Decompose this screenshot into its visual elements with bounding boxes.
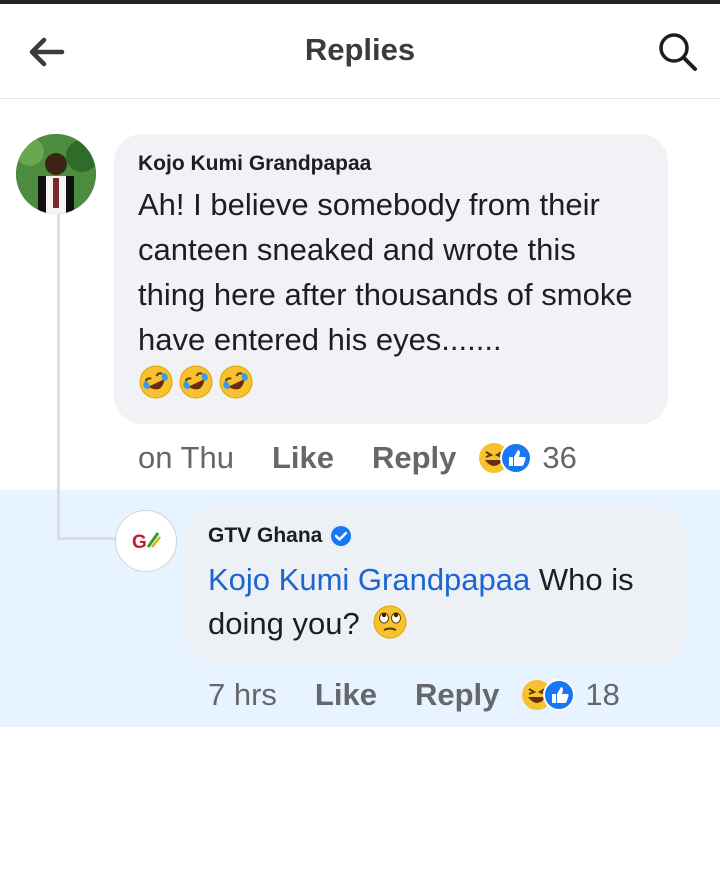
mention-link[interactable]: Kojo Kumi Grandpapaa	[208, 562, 530, 597]
comment-actions: on Thu Like Reply 36	[138, 440, 577, 476]
reaction-count[interactable]: 36	[542, 440, 576, 476]
search-icon	[659, 33, 697, 71]
eye-roll-emoji	[373, 605, 407, 639]
like-button[interactable]: Like	[272, 440, 334, 476]
reaction-count[interactable]: 18	[585, 677, 619, 713]
page-title: Replies	[304, 32, 416, 67]
verified-badge-icon	[331, 526, 352, 546]
like-button[interactable]: Like	[315, 677, 377, 713]
reply-text-line1: Who is	[530, 562, 634, 597]
reply-text-line2: doing you?	[208, 606, 360, 641]
profile-photo	[16, 134, 96, 214]
reply-text: Kojo Kumi Grandpapaa Who is doing you?	[208, 558, 664, 646]
reply-actions: 7 hrs Like Reply 18	[208, 677, 620, 713]
header-bar: Replies	[0, 4, 720, 99]
reply-bubble: GTV Ghana Kojo Kumi Grandpapaa Who is do…	[186, 508, 686, 662]
comment-time: on Thu	[138, 440, 234, 475]
reactions-summary[interactable]	[519, 677, 577, 713]
reply-button[interactable]: Reply	[372, 440, 456, 476]
rolling-laughing-emoji	[139, 365, 173, 399]
reactions-summary[interactable]	[476, 440, 534, 476]
search-button[interactable]	[656, 30, 700, 74]
avatar[interactable]	[16, 134, 96, 214]
reply-author[interactable]: GTV Ghana	[208, 524, 322, 548]
haha-like-reaction-icons	[522, 679, 576, 711]
comment-bubble: Kojo Kumi Grandpapaa Ah! I believe someb…	[114, 134, 668, 424]
thread-connector-horizontal	[57, 537, 117, 540]
gtv-logo: G	[132, 532, 161, 553]
comment-emojis	[138, 364, 644, 400]
haha-like-reaction-icons	[479, 442, 533, 474]
rolling-laughing-emoji	[219, 365, 253, 399]
comment-text: Ah! I believe somebody from their cantee…	[138, 187, 633, 357]
avatar[interactable]: G	[115, 510, 177, 572]
comment-author[interactable]: Kojo Kumi Grandpapaa	[138, 152, 644, 176]
reply-time: 7 hrs	[208, 677, 277, 712]
thread-connector-vertical	[57, 210, 60, 540]
svg-text:G: G	[132, 532, 147, 553]
reply-button[interactable]: Reply	[415, 677, 499, 713]
rolling-laughing-emoji	[179, 365, 213, 399]
